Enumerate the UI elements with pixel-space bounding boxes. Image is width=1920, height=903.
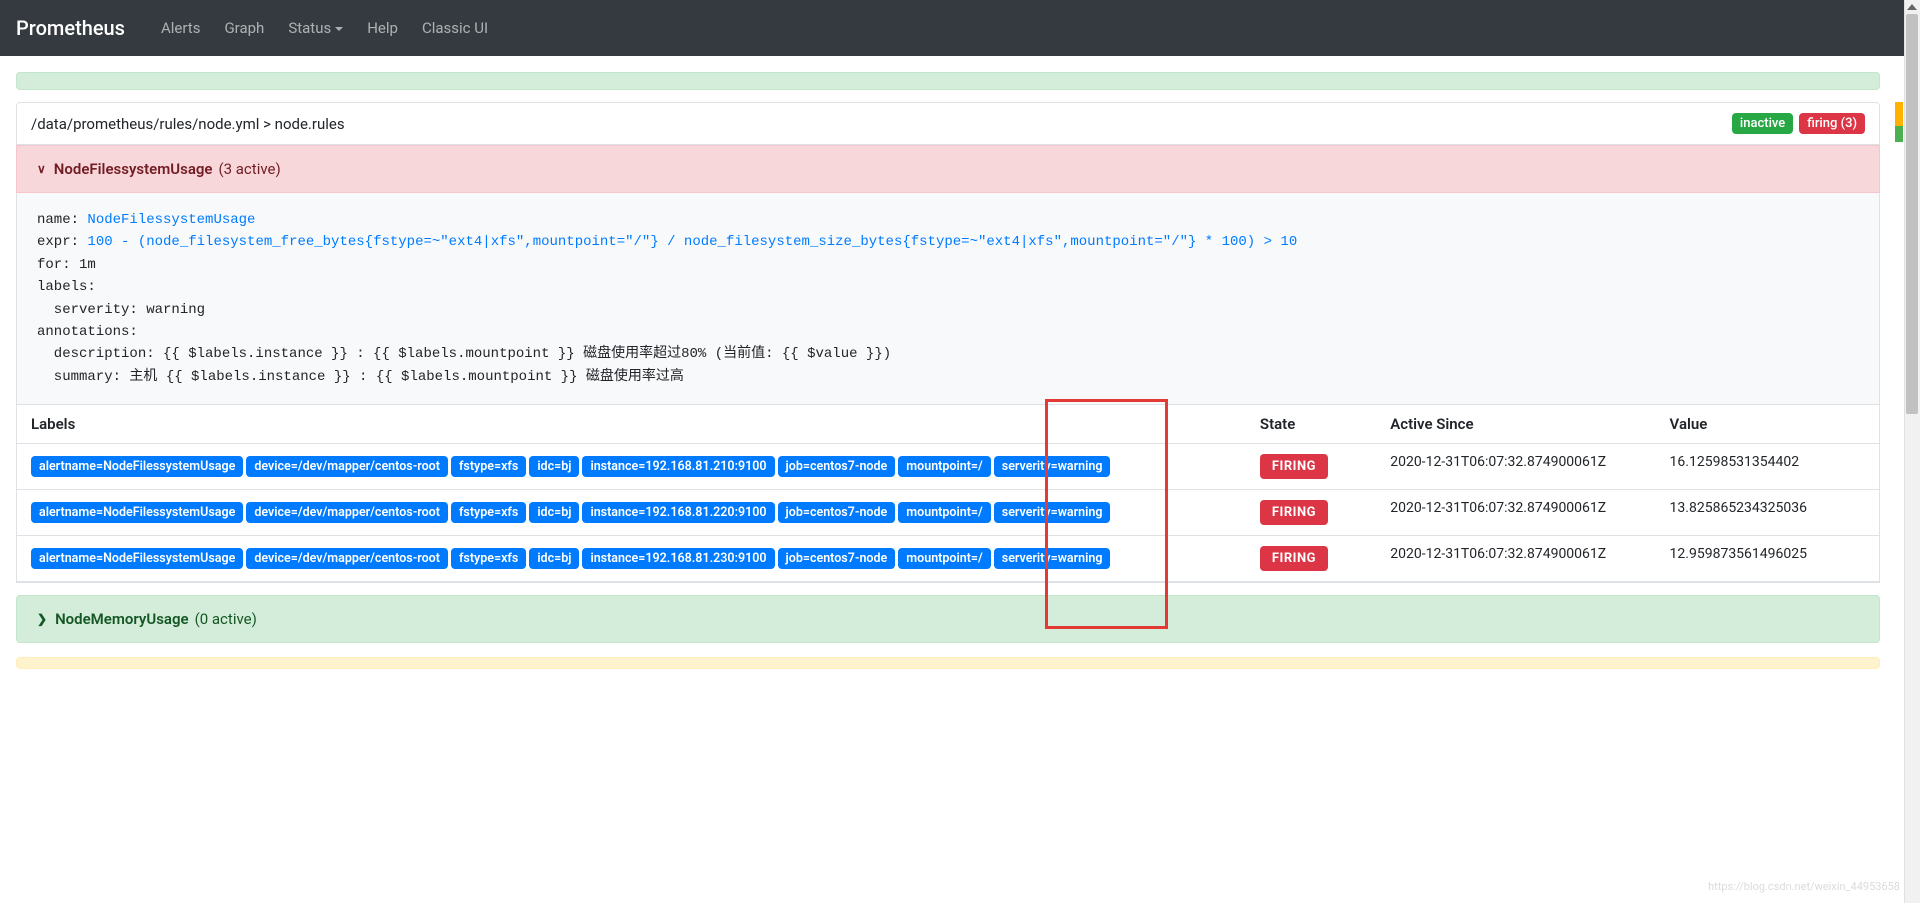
label-tag[interactable]: device=/dev/mapper/centos-root (246, 456, 448, 477)
inactive-filter-badge[interactable]: inactive (1732, 113, 1793, 134)
col-labels: Labels (17, 405, 1246, 444)
state-cell: FIRING (1246, 536, 1376, 582)
labels-cell: alertname=NodeFilessystemUsagedevice=/de… (17, 536, 1246, 582)
label-tag[interactable]: serverity=warning (994, 502, 1111, 523)
scrollbar-thumb[interactable] (1906, 14, 1918, 414)
col-value: Value (1656, 405, 1879, 444)
labels-cell: alertname=NodeFilessystemUsagedevice=/de… (17, 490, 1246, 536)
rule-file-path-bar: /data/prometheus/rules/node.yml > node.r… (16, 102, 1880, 145)
active-since-cell: 2020-12-31T06:07:32.874900061Z (1376, 490, 1655, 536)
rule-header-filesystem[interactable]: ∨ NodeFilessystemUsage (3 active) (16, 145, 1880, 193)
rule-yaml: name: NodeFilessystemUsage expr: 100 - (… (17, 193, 1879, 405)
yaml-name-link[interactable]: NodeFilessystemUsage (87, 212, 255, 228)
yaml-expr-link[interactable]: 100 - (node_filesystem_free_bytes{fstype… (87, 234, 1297, 250)
firing-state-badge: FIRING (1260, 454, 1328, 479)
label-tag[interactable]: alertname=NodeFilessystemUsage (31, 548, 243, 569)
label-tag[interactable]: fstype=xfs (451, 502, 526, 523)
rule-body: name: NodeFilessystemUsage expr: 100 - (… (16, 193, 1880, 583)
label-tag[interactable]: serverity=warning (994, 456, 1111, 477)
firing-state-badge: FIRING (1260, 546, 1328, 571)
scrollbar-up-icon[interactable] (1907, 4, 1917, 10)
value-cell: 12.959873561496025 (1656, 536, 1879, 582)
firing-filter-badge[interactable]: firing (3) (1799, 113, 1865, 134)
label-tag[interactable]: idc=bj (529, 502, 579, 523)
value-cell: 16.12598531354402 (1656, 444, 1879, 490)
minimap-marker (1895, 102, 1903, 126)
label-tag[interactable]: fstype=xfs (451, 456, 526, 477)
value-cell: 13.825865234325036 (1656, 490, 1879, 536)
label-tag[interactable]: device=/dev/mapper/centos-root (246, 548, 448, 569)
rule-active-count: (0 active) (195, 610, 257, 628)
label-tag[interactable]: job=centos7-node (778, 502, 896, 523)
rule-file-path: /data/prometheus/rules/node.yml > node.r… (31, 115, 345, 133)
brand-logo[interactable]: Prometheus (16, 16, 125, 40)
labels-cell: alertname=NodeFilessystemUsagedevice=/de… (17, 444, 1246, 490)
col-state: State (1246, 405, 1376, 444)
rule-header-memory[interactable]: ❯ NodeMemoryUsage (0 active) (16, 595, 1880, 643)
label-tag[interactable]: alertname=NodeFilessystemUsage (31, 502, 243, 523)
label-tag[interactable]: idc=bj (529, 548, 579, 569)
table-row: alertname=NodeFilessystemUsagedevice=/de… (17, 444, 1879, 490)
label-tag[interactable]: instance=192.168.81.220:9100 (582, 502, 774, 523)
label-tag[interactable]: mountpoint=/ (898, 548, 990, 569)
chevron-right-icon: ❯ (37, 612, 47, 626)
col-active-since: Active Since (1376, 405, 1655, 444)
nav-alerts[interactable]: Alerts (161, 19, 201, 37)
state-cell: FIRING (1246, 444, 1376, 490)
scrollbar-track[interactable] (1904, 0, 1920, 903)
nav-help[interactable]: Help (367, 19, 398, 37)
firing-state-badge: FIRING (1260, 500, 1328, 525)
label-tag[interactable]: instance=192.168.81.230:9100 (582, 548, 774, 569)
next-rule-header (16, 657, 1880, 669)
table-row: alertname=NodeFilessystemUsagedevice=/de… (17, 536, 1879, 582)
previous-rule-footer (16, 72, 1880, 90)
label-tag[interactable]: alertname=NodeFilessystemUsage (31, 456, 243, 477)
minimap-marker (1895, 126, 1903, 142)
rule-name: NodeMemoryUsage (55, 610, 189, 628)
label-tag[interactable]: serverity=warning (994, 548, 1111, 569)
active-since-cell: 2020-12-31T06:07:32.874900061Z (1376, 444, 1655, 490)
table-row: alertname=NodeFilessystemUsagedevice=/de… (17, 490, 1879, 536)
label-tag[interactable]: mountpoint=/ (898, 456, 990, 477)
nav-graph[interactable]: Graph (224, 19, 264, 37)
label-tag[interactable]: device=/dev/mapper/centos-root (246, 502, 448, 523)
nav-status[interactable]: Status (288, 19, 343, 37)
label-tag[interactable]: idc=bj (529, 456, 579, 477)
nav-classic-ui[interactable]: Classic UI (422, 19, 488, 37)
chevron-down-icon: ∨ (37, 162, 46, 176)
rule-name: NodeFilessystemUsage (54, 160, 213, 178)
alerts-table: Labels State Active Since Value alertnam… (17, 405, 1879, 582)
navbar: Prometheus Alerts Graph Status Help Clas… (0, 0, 1920, 56)
rule-active-count: (3 active) (218, 160, 280, 178)
active-since-cell: 2020-12-31T06:07:32.874900061Z (1376, 536, 1655, 582)
label-tag[interactable]: mountpoint=/ (898, 502, 990, 523)
label-tag[interactable]: fstype=xfs (451, 548, 526, 569)
label-tag[interactable]: job=centos7-node (778, 548, 896, 569)
watermark: https://blog.csdn.net/weixin_44953658 (1708, 880, 1900, 893)
label-tag[interactable]: job=centos7-node (778, 456, 896, 477)
state-cell: FIRING (1246, 490, 1376, 536)
label-tag[interactable]: instance=192.168.81.210:9100 (582, 456, 774, 477)
